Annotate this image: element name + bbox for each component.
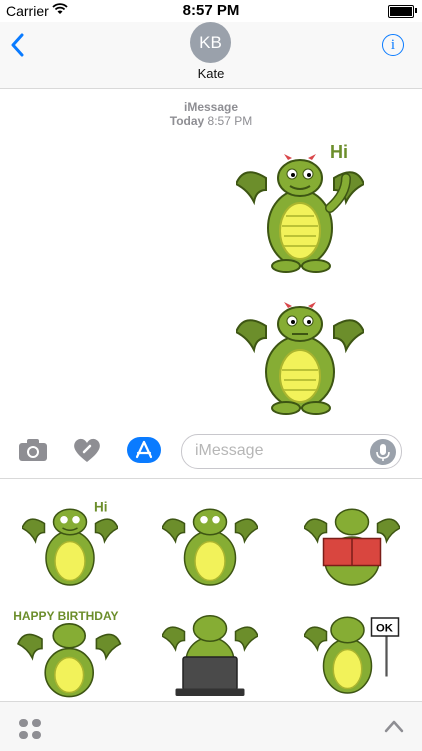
message-input-placeholder: iMessage	[195, 442, 264, 459]
sticker-dragon-laptop[interactable]	[162, 609, 258, 699]
status-bar: Carrier 8:57 PM	[0, 0, 422, 22]
sticker-dragon-hips[interactable]	[162, 501, 258, 591]
app-drawer-bar	[0, 701, 422, 751]
sticker-dragon-reading[interactable]	[304, 501, 400, 591]
app-store-icon[interactable]	[127, 437, 161, 463]
battery-icon	[388, 5, 414, 18]
message-timestamp: iMessage Today 8:57 PM	[0, 100, 422, 128]
contact-name[interactable]: Kate	[0, 66, 422, 81]
status-time: 8:57 PM	[182, 2, 240, 19]
sticker-dragon-ok-sign[interactable]: OK	[304, 609, 400, 699]
dragon-waving-hi-sticker[interactable]: Hi	[236, 138, 364, 276]
camera-icon[interactable]	[18, 438, 48, 462]
avatar[interactable]: KB	[190, 22, 231, 63]
info-icon[interactable]: i	[382, 34, 404, 56]
sticker-dragon-happy-birthday[interactable]: HAPPY BIRTHDAY	[10, 599, 130, 699]
app-drawer-grid-icon[interactable]	[18, 717, 42, 741]
chevron-up-icon[interactable]	[384, 719, 404, 733]
drawer-caption-ok: OK	[376, 623, 394, 635]
microphone-icon[interactable]	[370, 439, 396, 465]
dragon-hands-on-hips-sticker[interactable]	[236, 296, 364, 416]
sticker-dragon-hi[interactable]: Hi	[22, 501, 118, 591]
message-input[interactable]: iMessage	[181, 434, 402, 469]
chevron-left-icon[interactable]	[10, 32, 30, 60]
drawer-caption-hi: Hi	[94, 501, 108, 515]
sticker-drawer: Hi HAPPY BIRTHDAY OK	[0, 479, 422, 701]
digital-touch-heart-icon[interactable]	[72, 436, 102, 464]
conversation-header: KB Kate i	[0, 22, 422, 89]
battery-tip	[415, 8, 417, 13]
timestamp-time: 8:57 PM	[207, 114, 253, 128]
timestamp-day: Today	[169, 114, 205, 128]
compose-bar: iMessage	[0, 428, 422, 479]
service-label: iMessage	[183, 100, 239, 114]
drawer-caption-birthday: HAPPY BIRTHDAY	[13, 609, 118, 623]
sticker-caption-hi: Hi	[330, 142, 348, 162]
